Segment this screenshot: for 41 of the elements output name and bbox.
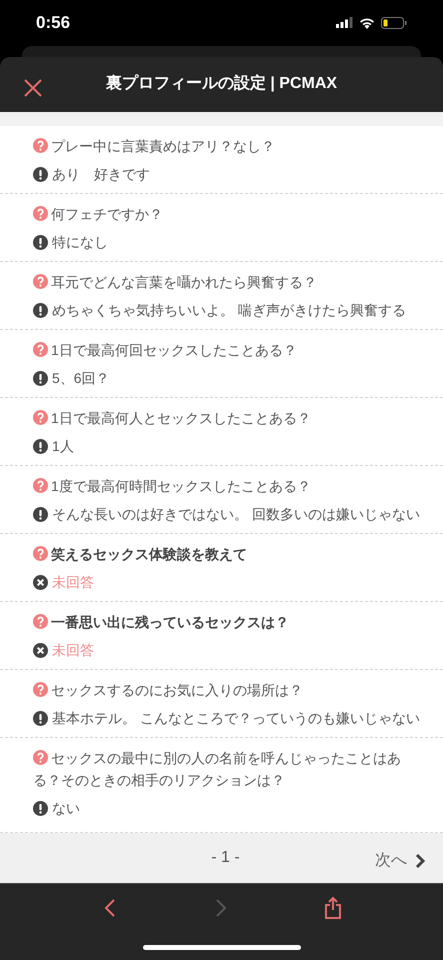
question-text: 笑えるセックス体験談を教えて: [33, 543, 431, 566]
answer-text: 5、6回？: [52, 369, 110, 388]
answer-text: ない: [52, 799, 80, 818]
next-page-link[interactable]: 次へ: [375, 849, 425, 874]
battery-icon: [381, 16, 407, 29]
question-icon: [33, 342, 48, 358]
question-text: 耳元でどんな言葉を囁かれたら興奮する？: [33, 271, 431, 294]
question-icon: [33, 750, 48, 766]
close-button[interactable]: [22, 76, 44, 99]
answer-text: めちゃくちゃ気持ちいいよ。 喘ぎ声がきけたら興奮する: [52, 301, 406, 320]
answer-text: 未回答: [52, 573, 94, 592]
question-text: 1度で最高何時間セックスしたことある？: [33, 475, 431, 498]
question-text: 1日で最高何人とセックスしたことある？: [33, 407, 431, 430]
signal-icon: [336, 17, 353, 28]
answer-text: 1人: [52, 437, 74, 456]
question-text: 一番思い出に残っているセックスは？: [33, 611, 431, 634]
page-title: 裏プロフィールの設定 | PCMAX: [106, 73, 338, 94]
question-icon: [33, 274, 48, 290]
answer-text: そんな長いのは好きではない。 回数多いのは嫌いじゃない: [52, 505, 420, 524]
chevron-right-icon: [415, 854, 425, 868]
page-number: - 1 -: [211, 848, 240, 868]
question-icon: [33, 614, 48, 630]
close-icon: [22, 76, 44, 99]
question-icon: [33, 546, 48, 562]
answer-text: 特になし: [52, 233, 108, 252]
answer-text: あり 好きです: [52, 165, 150, 184]
share-icon: [324, 896, 342, 920]
status-time: 0:56: [36, 12, 70, 34]
question-text: セックスするのにお気に入りの場所は？: [33, 679, 431, 702]
question-text: 1日で最高何回セックスしたことある？: [33, 339, 431, 362]
question-icon: [33, 206, 48, 222]
question-icon: [33, 682, 48, 698]
question-icon: [33, 138, 48, 154]
question-icon: [33, 478, 48, 494]
question-text: プレー中に言葉責めはアリ？なし？: [33, 135, 431, 158]
answer-text: 基本ホテル。 こんなところで？っていうのも嫌いじゃない: [52, 709, 420, 728]
wifi-icon: [359, 16, 375, 29]
question-text: 何フェチですか？: [33, 203, 431, 226]
question-text: セックスの最中に別の人の名前を呼んじゃったことはある？そのときの相手のリアクションは？: [33, 749, 402, 790]
answer-text: 未回答: [52, 641, 94, 660]
question-icon: [33, 410, 48, 426]
